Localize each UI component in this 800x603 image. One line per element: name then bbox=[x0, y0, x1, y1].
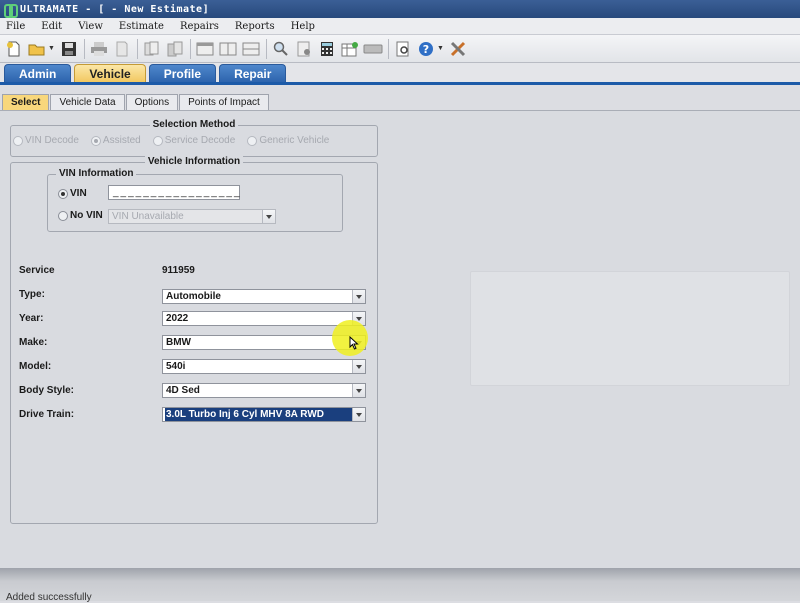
subtab-points-of-impact[interactable]: Points of Impact bbox=[179, 94, 269, 110]
toolbar-separator bbox=[265, 38, 267, 59]
new-document-icon[interactable] bbox=[4, 39, 24, 59]
subtab-options[interactable]: Options bbox=[125, 94, 179, 110]
radio-vin[interactable]: VIN bbox=[58, 188, 87, 199]
selection-method-title: Selection Method bbox=[149, 119, 239, 130]
service-value: 911959 bbox=[162, 265, 195, 276]
chevron-down-icon[interactable] bbox=[352, 384, 365, 397]
radio-circle[interactable] bbox=[58, 210, 68, 221]
body-style-label: Body Style: bbox=[19, 385, 75, 396]
radio-circle[interactable] bbox=[13, 135, 23, 146]
vin-information-group: VIN Information VIN _________________ No… bbox=[47, 168, 343, 232]
radio-service-decode[interactable]: Service Decode bbox=[152, 135, 235, 146]
main-tab-bar: Admin Vehicle Profile Repair bbox=[0, 63, 800, 85]
tab-vehicle[interactable]: Vehicle bbox=[74, 64, 146, 82]
radio-assisted[interactable]: Assisted bbox=[90, 135, 141, 146]
service-label: Service bbox=[19, 265, 55, 276]
chevron-down-icon[interactable] bbox=[262, 210, 275, 223]
make-label: Make: bbox=[19, 337, 48, 348]
menu-help[interactable]: Help bbox=[291, 21, 315, 32]
sub-tab-bar: Select Vehicle Data Options Points of Im… bbox=[0, 94, 270, 110]
svg-text:?: ? bbox=[423, 43, 429, 56]
toolbar-separator bbox=[136, 38, 138, 59]
menu-estimate[interactable]: Estimate bbox=[119, 21, 164, 32]
add-spreadsheet-icon[interactable] bbox=[340, 39, 360, 59]
year-select[interactable]: 2022 bbox=[162, 311, 366, 326]
model-label: Model: bbox=[19, 361, 52, 372]
chevron-down-icon[interactable] bbox=[352, 360, 365, 373]
calculator-icon[interactable] bbox=[317, 39, 337, 59]
menu-edit[interactable]: Edit bbox=[41, 21, 62, 32]
menu-reports[interactable]: Reports bbox=[235, 21, 275, 32]
radio-vin-decode[interactable]: VIN Decode bbox=[13, 135, 79, 146]
document-search-icon[interactable] bbox=[393, 39, 413, 59]
status-bar: Added successfully bbox=[0, 568, 800, 603]
print-icon[interactable] bbox=[89, 39, 109, 59]
body-style-select[interactable]: 4D Sed bbox=[162, 383, 366, 398]
type-select[interactable]: Automobile bbox=[162, 289, 366, 304]
help-dropdown-icon[interactable]: ▼ bbox=[437, 45, 444, 52]
ultramate-logo-icon bbox=[4, 3, 18, 18]
radio-no-vin[interactable]: No VIN bbox=[58, 210, 103, 221]
help-icon[interactable]: ? bbox=[416, 39, 436, 59]
model-select[interactable]: 540i bbox=[162, 359, 366, 374]
vin-information-title: VIN Information bbox=[56, 168, 137, 179]
tab-profile[interactable]: Profile bbox=[148, 64, 217, 82]
menu-view[interactable]: View bbox=[78, 21, 103, 32]
chevron-down-icon[interactable] bbox=[352, 408, 365, 421]
menu-bar: File Edit View Estimate Repairs Reports … bbox=[0, 18, 800, 35]
radio-circle[interactable] bbox=[152, 135, 163, 146]
radio-generic-vehicle[interactable]: Generic Vehicle bbox=[247, 135, 329, 146]
background-panel bbox=[470, 271, 790, 386]
window-title: ULTRAMATE - [ - New Estimate] bbox=[20, 3, 210, 15]
mouse-pointer-icon bbox=[349, 336, 359, 350]
drive-train-select[interactable]: 3.0L Turbo Inj 6 Cyl MHV 8A RWD bbox=[162, 407, 366, 422]
vehicle-information-title: Vehicle Information bbox=[144, 156, 244, 167]
tools-icon[interactable] bbox=[448, 39, 468, 59]
settings-document-icon[interactable] bbox=[294, 39, 314, 59]
chevron-down-icon[interactable] bbox=[352, 290, 365, 303]
menu-file[interactable]: File bbox=[6, 21, 25, 32]
vin-unavailable-select[interactable]: VIN Unavailable bbox=[108, 209, 276, 224]
window-layout-icon[interactable] bbox=[195, 39, 215, 59]
toolbar-separator bbox=[83, 38, 85, 59]
vin-input[interactable]: _________________ bbox=[108, 185, 240, 200]
selection-method-options: VIN Decode Assisted Service Decode Gener… bbox=[13, 135, 341, 146]
content-area: Selection Method VIN Decode Assisted Ser… bbox=[0, 110, 800, 568]
tab-repair[interactable]: Repair bbox=[219, 64, 287, 82]
split-view-icon[interactable] bbox=[218, 39, 238, 59]
save-icon[interactable] bbox=[59, 39, 79, 59]
copy-pages-icon[interactable] bbox=[142, 39, 162, 59]
radio-circle[interactable] bbox=[58, 188, 68, 199]
toolbar: ▼ ? ▼ bbox=[0, 35, 800, 63]
paste-pages-icon[interactable] bbox=[165, 39, 185, 59]
year-label: Year: bbox=[19, 313, 44, 324]
vehicle-information-group: Vehicle Information VIN Information VIN … bbox=[10, 156, 378, 524]
type-label: Type: bbox=[19, 289, 45, 300]
toolbar-separator bbox=[387, 38, 389, 59]
tab-admin[interactable]: Admin bbox=[4, 64, 72, 82]
open-folder-icon[interactable] bbox=[27, 39, 47, 59]
panel-view-icon[interactable] bbox=[241, 39, 261, 59]
open-dropdown-icon[interactable]: ▼ bbox=[48, 45, 55, 52]
window-title-bar: ULTRAMATE - [ - New Estimate] bbox=[0, 0, 800, 18]
keyboard-icon[interactable] bbox=[363, 39, 383, 59]
radio-circle[interactable] bbox=[247, 135, 258, 146]
subtab-select[interactable]: Select bbox=[2, 94, 50, 110]
subtab-vehicle-data[interactable]: Vehicle Data bbox=[50, 94, 125, 110]
search-icon[interactable] bbox=[271, 39, 291, 59]
print-preview-icon[interactable] bbox=[112, 39, 132, 59]
menu-repairs[interactable]: Repairs bbox=[180, 21, 219, 32]
toolbar-separator bbox=[189, 38, 191, 59]
radio-circle[interactable] bbox=[90, 135, 101, 146]
selection-method-group: Selection Method VIN Decode Assisted Ser… bbox=[10, 119, 378, 157]
drive-train-label: Drive Train: bbox=[19, 409, 75, 420]
status-text: Added successfully bbox=[6, 592, 92, 603]
